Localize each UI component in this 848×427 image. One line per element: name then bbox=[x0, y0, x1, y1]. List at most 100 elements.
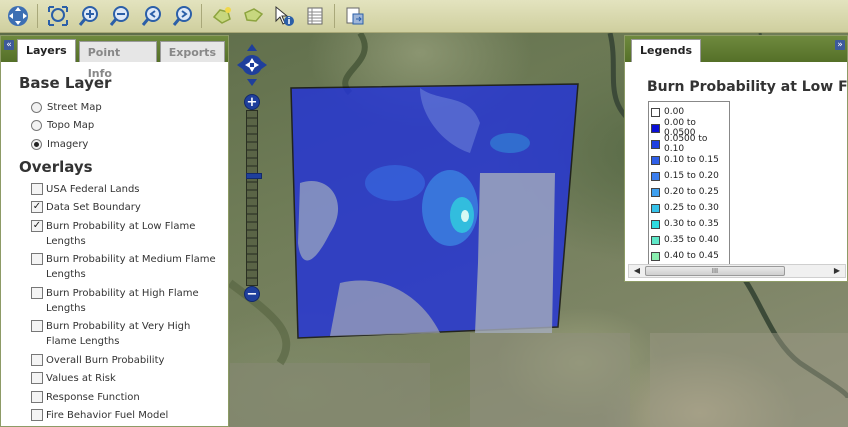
overlays-title: Overlays bbox=[19, 157, 93, 176]
zoom-out-icon[interactable] bbox=[106, 3, 133, 30]
overlay-label: Values at Risk bbox=[46, 373, 116, 384]
overlay-item[interactable]: Burn Probability at High Flame Lengths bbox=[19, 286, 219, 316]
checkbox[interactable] bbox=[31, 353, 43, 366]
checkbox-checked[interactable]: ✓ bbox=[31, 219, 43, 232]
collapse-panel-icon[interactable]: « bbox=[4, 40, 14, 50]
zoom-in-button[interactable]: + bbox=[244, 94, 260, 110]
legend-label: 0.00 bbox=[664, 107, 685, 117]
checkbox[interactable] bbox=[31, 409, 43, 421]
checkbox[interactable] bbox=[31, 390, 43, 403]
pan-control[interactable] bbox=[236, 42, 268, 88]
overlay-list: USA Federal Lands ✓ Data Set Boundary ✓ Burn… bbox=[19, 182, 219, 424]
radio-button[interactable] bbox=[31, 138, 42, 150]
base-layer-list: Street Map Topo Map Imagery bbox=[19, 98, 228, 154]
layers-panel: « Layers Point Info Exports Base Layer S… bbox=[0, 35, 229, 427]
legends-tab-bar: Legends » bbox=[625, 36, 847, 62]
burn-probability-overlay bbox=[290, 83, 579, 339]
overlay-item[interactable]: Fire Behavior Fuel Model bbox=[19, 408, 219, 423]
overlay-label: Burn Probability at Very High Flame Leng… bbox=[46, 321, 191, 347]
expand-panel-icon[interactable]: » bbox=[835, 40, 845, 50]
overlay-item[interactable]: USA Federal Lands bbox=[19, 182, 219, 197]
overlay-item[interactable]: Overall Burn Probability bbox=[19, 353, 219, 368]
overlay-label: Burn Probability at Low Flame Lengths bbox=[46, 220, 196, 247]
base-layer-title: Base Layer bbox=[19, 74, 112, 92]
base-layer-label: Imagery bbox=[47, 138, 89, 150]
overlay-label: Overall Burn Probability bbox=[46, 354, 165, 366]
overlay-item[interactable]: Burn Probability at Medium Flame Lengths bbox=[19, 252, 219, 282]
select-polygon-icon[interactable] bbox=[208, 3, 235, 30]
legend-box: 0.00 0.00 to 0.0500 0.0500 to 0.10 0.10 to … bbox=[648, 101, 730, 266]
checkbox[interactable] bbox=[31, 320, 43, 332]
zoom-track[interactable] bbox=[246, 110, 262, 286]
scroll-right-icon[interactable]: ▶ bbox=[831, 265, 843, 277]
zoom-slider[interactable]: + − bbox=[244, 94, 262, 304]
zoom-extent-icon[interactable] bbox=[44, 3, 71, 30]
legend-label: 0.40 to 0.45 bbox=[664, 251, 719, 261]
legend-entry: 0.15 to 0.20 bbox=[651, 168, 727, 184]
base-layer-option[interactable]: Street Map bbox=[19, 98, 228, 117]
legend-label: 0.0500 to 0.10 bbox=[664, 134, 708, 154]
legend-swatch bbox=[651, 155, 660, 165]
tab-exports[interactable]: Exports bbox=[159, 41, 225, 62]
checkbox[interactable] bbox=[31, 286, 43, 299]
overlay-item[interactable]: Burn Probability at Very High Flame Leng… bbox=[19, 319, 219, 349]
tab-layers[interactable]: Layers bbox=[17, 39, 76, 62]
legends-panel: Legends » Burn Probability at Low Flame … bbox=[624, 35, 848, 282]
legend-swatch bbox=[651, 107, 660, 117]
export-map-icon[interactable] bbox=[341, 3, 368, 30]
zoom-out-button[interactable]: − bbox=[244, 286, 260, 302]
overlay-label: Response Function bbox=[46, 391, 140, 403]
layers-body: Base Layer Street Map Topo Map Imagery Ove… bbox=[1, 62, 228, 423]
legend-entry: 0.30 to 0.35 bbox=[651, 216, 727, 232]
legend-label: 0.15 to 0.20 bbox=[664, 171, 719, 181]
overlay-label: Data Set Boundary bbox=[46, 202, 141, 213]
overlay-label: USA Federal Lands bbox=[46, 183, 140, 195]
legend-swatch bbox=[651, 251, 660, 261]
next-extent-icon[interactable] bbox=[168, 3, 195, 30]
checkbox[interactable] bbox=[31, 253, 43, 265]
zoom-in-icon[interactable] bbox=[75, 3, 102, 30]
overlay-item[interactable]: Values at Risk bbox=[19, 371, 219, 386]
previous-extent-icon[interactable] bbox=[137, 3, 164, 30]
checkbox[interactable] bbox=[31, 182, 43, 195]
checkbox[interactable] bbox=[31, 372, 43, 384]
legend-label: 0.10 to 0.15 bbox=[664, 155, 719, 165]
base-layer-option[interactable]: Topo Map bbox=[19, 117, 228, 136]
legend-label: 0.25 to 0.30 bbox=[664, 203, 719, 213]
identify-icon[interactable] bbox=[270, 3, 297, 30]
zoom-thumb[interactable] bbox=[246, 173, 262, 179]
legend-swatch bbox=[651, 235, 660, 245]
legend-swatch bbox=[651, 187, 660, 197]
base-layer-option[interactable]: Imagery bbox=[19, 135, 228, 154]
toolbar-separator bbox=[201, 4, 202, 28]
overlay-item[interactable]: Response Function bbox=[19, 390, 219, 405]
radio-button[interactable] bbox=[31, 120, 42, 132]
overlay-item[interactable]: ✓ Burn Probability at Low Flame Lengths bbox=[19, 219, 219, 249]
legend-entry: 0.10 to 0.15 bbox=[651, 152, 727, 168]
layers-tab-bar: « Layers Point Info Exports bbox=[1, 36, 228, 80]
checkbox-checked[interactable]: ✓ bbox=[31, 201, 43, 213]
table-icon[interactable] bbox=[301, 3, 328, 30]
tab-legends[interactable]: Legends bbox=[631, 39, 702, 62]
scroll-thumb[interactable]: III bbox=[645, 266, 785, 276]
overlay-label: Burn Probability at High Flame Lengths bbox=[46, 287, 199, 314]
legend-swatch bbox=[651, 139, 660, 149]
horizontal-scrollbar[interactable]: ◀ III ▶ bbox=[628, 264, 846, 278]
scroll-left-icon[interactable]: ◀ bbox=[631, 265, 643, 277]
legend-swatch bbox=[651, 203, 660, 213]
legend-entry: 0.25 to 0.30 bbox=[651, 200, 727, 216]
pan-arrows-icon[interactable] bbox=[4, 3, 31, 30]
overlay-label: Fire Behavior Fuel Model bbox=[46, 410, 169, 421]
legend-entry: 0.40 to 0.45 bbox=[651, 248, 727, 264]
overlay-label: Burn Probability at Medium Flame Lengths bbox=[46, 254, 216, 280]
legend-entry: 0.20 to 0.25 bbox=[651, 184, 727, 200]
legend-label: 0.20 to 0.25 bbox=[664, 187, 719, 197]
tab-point-info[interactable]: Point Info bbox=[78, 41, 157, 80]
radio-button[interactable] bbox=[31, 101, 42, 113]
legend-swatch bbox=[651, 219, 660, 229]
legend-entry: 0.0500 to 0.10 bbox=[651, 134, 727, 154]
legend-label: 0.35 to 0.40 bbox=[664, 235, 719, 245]
select-region-icon[interactable] bbox=[239, 3, 266, 30]
overlay-item[interactable]: ✓ Data Set Boundary bbox=[19, 200, 219, 215]
legend-swatch bbox=[651, 123, 660, 133]
